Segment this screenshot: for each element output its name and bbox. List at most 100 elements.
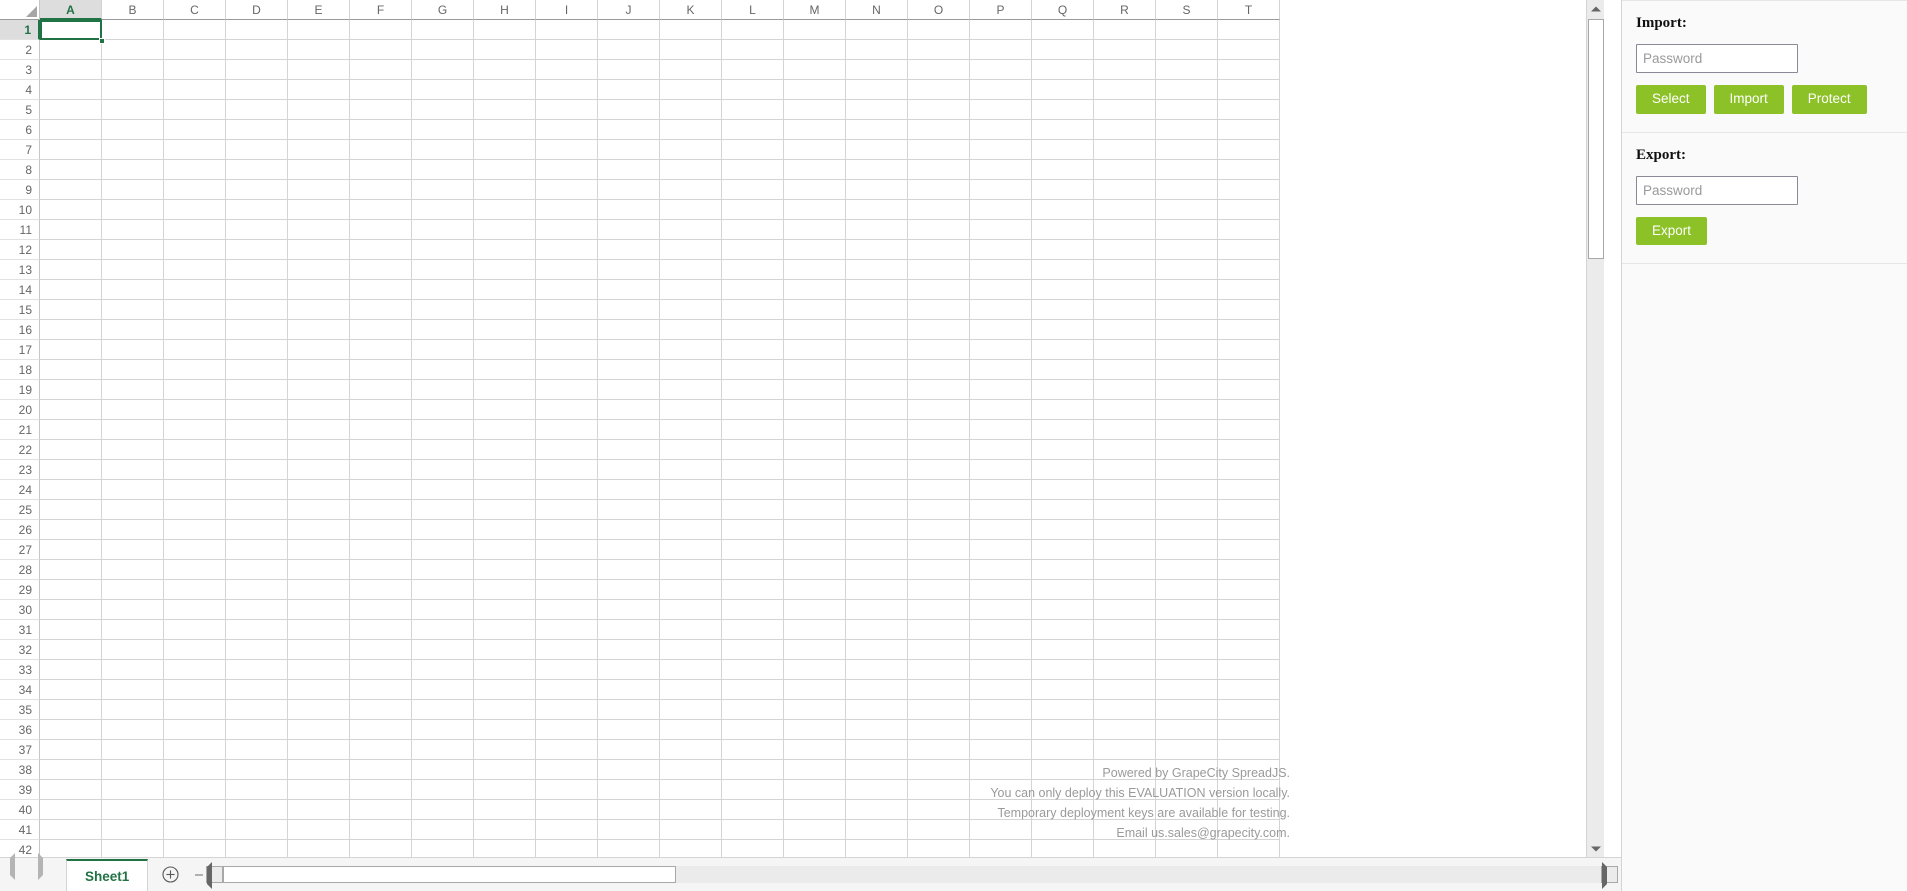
cell-J38[interactable]	[598, 760, 660, 780]
cell-E9[interactable]	[288, 180, 350, 200]
cell-C41[interactable]	[164, 820, 226, 840]
cell-D14[interactable]	[226, 280, 288, 300]
cell-F8[interactable]	[350, 160, 412, 180]
cell-A25[interactable]	[40, 500, 102, 520]
cell-S39[interactable]	[1156, 780, 1218, 800]
cell-S9[interactable]	[1156, 180, 1218, 200]
cell-D10[interactable]	[226, 200, 288, 220]
cell-A18[interactable]	[40, 360, 102, 380]
cell-D7[interactable]	[226, 140, 288, 160]
cell-E24[interactable]	[288, 480, 350, 500]
cell-K34[interactable]	[660, 680, 722, 700]
cell-L2[interactable]	[722, 40, 784, 60]
cell-G24[interactable]	[412, 480, 474, 500]
cell-C13[interactable]	[164, 260, 226, 280]
cell-M26[interactable]	[784, 520, 846, 540]
cell-E32[interactable]	[288, 640, 350, 660]
cell-R36[interactable]	[1094, 720, 1156, 740]
cell-C17[interactable]	[164, 340, 226, 360]
cell-B31[interactable]	[102, 620, 164, 640]
cell-N7[interactable]	[846, 140, 908, 160]
cell-P34[interactable]	[970, 680, 1032, 700]
cell-N26[interactable]	[846, 520, 908, 540]
cell-N21[interactable]	[846, 420, 908, 440]
cell-L18[interactable]	[722, 360, 784, 380]
cell-P26[interactable]	[970, 520, 1032, 540]
cell-S41[interactable]	[1156, 820, 1218, 840]
cell-Q35[interactable]	[1032, 700, 1094, 720]
row-header-4[interactable]: 4	[0, 80, 40, 100]
cell-M9[interactable]	[784, 180, 846, 200]
cell-R21[interactable]	[1094, 420, 1156, 440]
cell-L21[interactable]	[722, 420, 784, 440]
cell-Q34[interactable]	[1032, 680, 1094, 700]
row-header-7[interactable]: 7	[0, 140, 40, 160]
cell-D18[interactable]	[226, 360, 288, 380]
cell-O8[interactable]	[908, 160, 970, 180]
cell-E21[interactable]	[288, 420, 350, 440]
cell-G36[interactable]	[412, 720, 474, 740]
cell-I10[interactable]	[536, 200, 598, 220]
cell-Q27[interactable]	[1032, 540, 1094, 560]
cell-P1[interactable]	[970, 20, 1032, 40]
cell-C11[interactable]	[164, 220, 226, 240]
cell-I35[interactable]	[536, 700, 598, 720]
cell-J1[interactable]	[598, 20, 660, 40]
cell-H27[interactable]	[474, 540, 536, 560]
cell-O14[interactable]	[908, 280, 970, 300]
cell-Q30[interactable]	[1032, 600, 1094, 620]
cell-C29[interactable]	[164, 580, 226, 600]
cell-R15[interactable]	[1094, 300, 1156, 320]
cell-D12[interactable]	[226, 240, 288, 260]
cell-B5[interactable]	[102, 100, 164, 120]
cell-E16[interactable]	[288, 320, 350, 340]
cell-G40[interactable]	[412, 800, 474, 820]
cell-Q14[interactable]	[1032, 280, 1094, 300]
cell-E18[interactable]	[288, 360, 350, 380]
cell-F36[interactable]	[350, 720, 412, 740]
cell-G39[interactable]	[412, 780, 474, 800]
cell-K20[interactable]	[660, 400, 722, 420]
cell-R1[interactable]	[1094, 20, 1156, 40]
cell-B8[interactable]	[102, 160, 164, 180]
cell-I32[interactable]	[536, 640, 598, 660]
cell-E20[interactable]	[288, 400, 350, 420]
cell-T20[interactable]	[1218, 400, 1280, 420]
cell-J20[interactable]	[598, 400, 660, 420]
row-header-35[interactable]: 35	[0, 700, 40, 720]
cell-D34[interactable]	[226, 680, 288, 700]
cell-J36[interactable]	[598, 720, 660, 740]
cell-O33[interactable]	[908, 660, 970, 680]
cell-I7[interactable]	[536, 140, 598, 160]
cell-C18[interactable]	[164, 360, 226, 380]
cell-M13[interactable]	[784, 260, 846, 280]
cell-B40[interactable]	[102, 800, 164, 820]
cell-G16[interactable]	[412, 320, 474, 340]
cell-T38[interactable]	[1218, 760, 1280, 780]
cell-K42[interactable]	[660, 840, 722, 857]
cell-I42[interactable]	[536, 840, 598, 857]
cell-T3[interactable]	[1218, 60, 1280, 80]
cell-K19[interactable]	[660, 380, 722, 400]
cell-B25[interactable]	[102, 500, 164, 520]
cell-T28[interactable]	[1218, 560, 1280, 580]
cell-O24[interactable]	[908, 480, 970, 500]
cell-N11[interactable]	[846, 220, 908, 240]
cell-G20[interactable]	[412, 400, 474, 420]
cell-Q21[interactable]	[1032, 420, 1094, 440]
cell-P24[interactable]	[970, 480, 1032, 500]
cell-H39[interactable]	[474, 780, 536, 800]
column-header-H[interactable]: H	[474, 0, 536, 20]
cell-J15[interactable]	[598, 300, 660, 320]
cell-E4[interactable]	[288, 80, 350, 100]
cell-A20[interactable]	[40, 400, 102, 420]
import-button[interactable]: Import	[1713, 85, 1784, 114]
cell-E15[interactable]	[288, 300, 350, 320]
cell-N17[interactable]	[846, 340, 908, 360]
cell-I8[interactable]	[536, 160, 598, 180]
row-header-40[interactable]: 40	[0, 800, 40, 820]
cell-L4[interactable]	[722, 80, 784, 100]
cell-R9[interactable]	[1094, 180, 1156, 200]
cell-G12[interactable]	[412, 240, 474, 260]
column-header-I[interactable]: I	[536, 0, 598, 20]
